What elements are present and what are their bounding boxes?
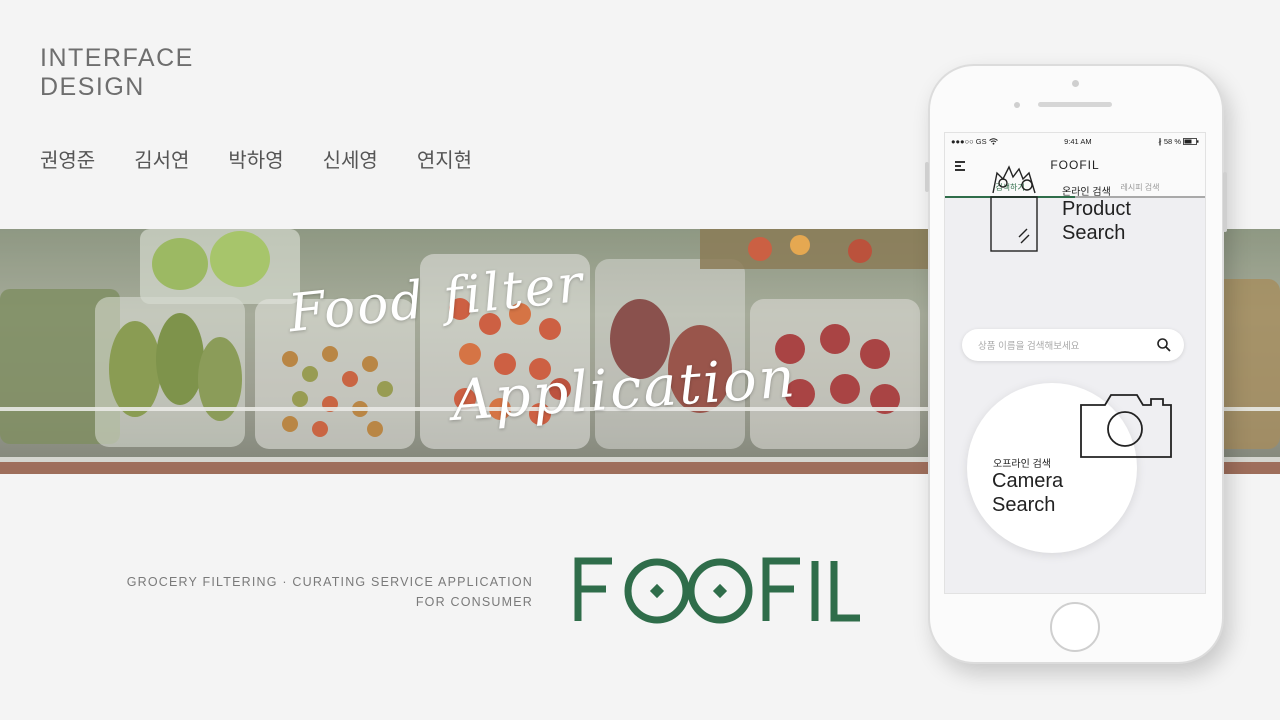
team-member: 박하영 — [228, 150, 284, 172]
title-line-2: DESIGN — [40, 73, 145, 101]
product-search-line-1: Product — [1062, 198, 1131, 220]
app-title: FOOFIL — [1050, 158, 1100, 172]
foofil-logo — [574, 557, 860, 624]
camera-search-subtitle: 오프라인 검색 — [993, 459, 1051, 470]
battery-icon — [1183, 138, 1199, 145]
page-title: INTERFACE DESIGN — [40, 44, 194, 102]
team-names: 권영준 김서연 박하영 신세영 연지현 — [40, 144, 472, 173]
product-search-subtitle: 온라인 검색 — [1062, 187, 1111, 198]
battery-label: 58 % — [1163, 137, 1181, 146]
team-member: 연지현 — [416, 150, 473, 172]
volume-button — [925, 162, 929, 192]
front-camera — [1072, 80, 1079, 87]
sensor — [1014, 102, 1020, 108]
earpiece-speaker — [1038, 102, 1112, 107]
team-member: 김서연 — [134, 150, 190, 172]
grocery-bag-icon[interactable] — [983, 163, 1045, 259]
status-bar: ●●●○○ GS 9:41 AM ∦ 58 % — [945, 133, 1205, 150]
search-icon[interactable] — [1156, 337, 1172, 353]
camera-search-line-2: Search — [992, 494, 1056, 516]
bluetooth-icon: ∦ — [1158, 137, 1162, 146]
home-button[interactable] — [1050, 602, 1100, 652]
tagline-line-2: FOR CONSUMER — [415, 595, 533, 609]
phone-screen: ●●●○○ GS 9:41 AM ∦ 58 % FOOFIL 검색하기 레시피 … — [944, 132, 1206, 594]
phone-mockup: ●●●○○ GS 9:41 AM ∦ 58 % FOOFIL 검색하기 레시피 … — [925, 64, 1227, 664]
product-search-line-2: Search — [1062, 222, 1126, 244]
tagline-line-1: GROCERY FILTERING · CURATING SERVICE APP… — [126, 575, 533, 589]
product-search-bar[interactable]: 상품 이름을 검색해보세요 — [962, 329, 1184, 361]
team-member: 권영준 — [40, 150, 96, 172]
status-time: 9:41 AM — [1064, 137, 1092, 146]
search-placeholder: 상품 이름을 검색해보세요 — [978, 341, 1080, 352]
camera-icon[interactable] — [1079, 391, 1173, 461]
wifi-icon — [988, 138, 998, 145]
camera-search-title[interactable]: Camera Search — [992, 469, 1063, 517]
team-member: 신세영 — [322, 150, 378, 172]
product-search-title[interactable]: Product Search — [1062, 197, 1131, 245]
camera-search-line-1: Camera — [992, 470, 1064, 492]
tagline: GROCERY FILTERING · CURATING SERVICE APP… — [127, 572, 533, 612]
carrier-label: ●●●○○ GS — [951, 137, 987, 146]
power-button — [1223, 172, 1227, 232]
title-line-1: INTERFACE — [40, 44, 194, 72]
menu-icon[interactable] — [955, 161, 965, 173]
